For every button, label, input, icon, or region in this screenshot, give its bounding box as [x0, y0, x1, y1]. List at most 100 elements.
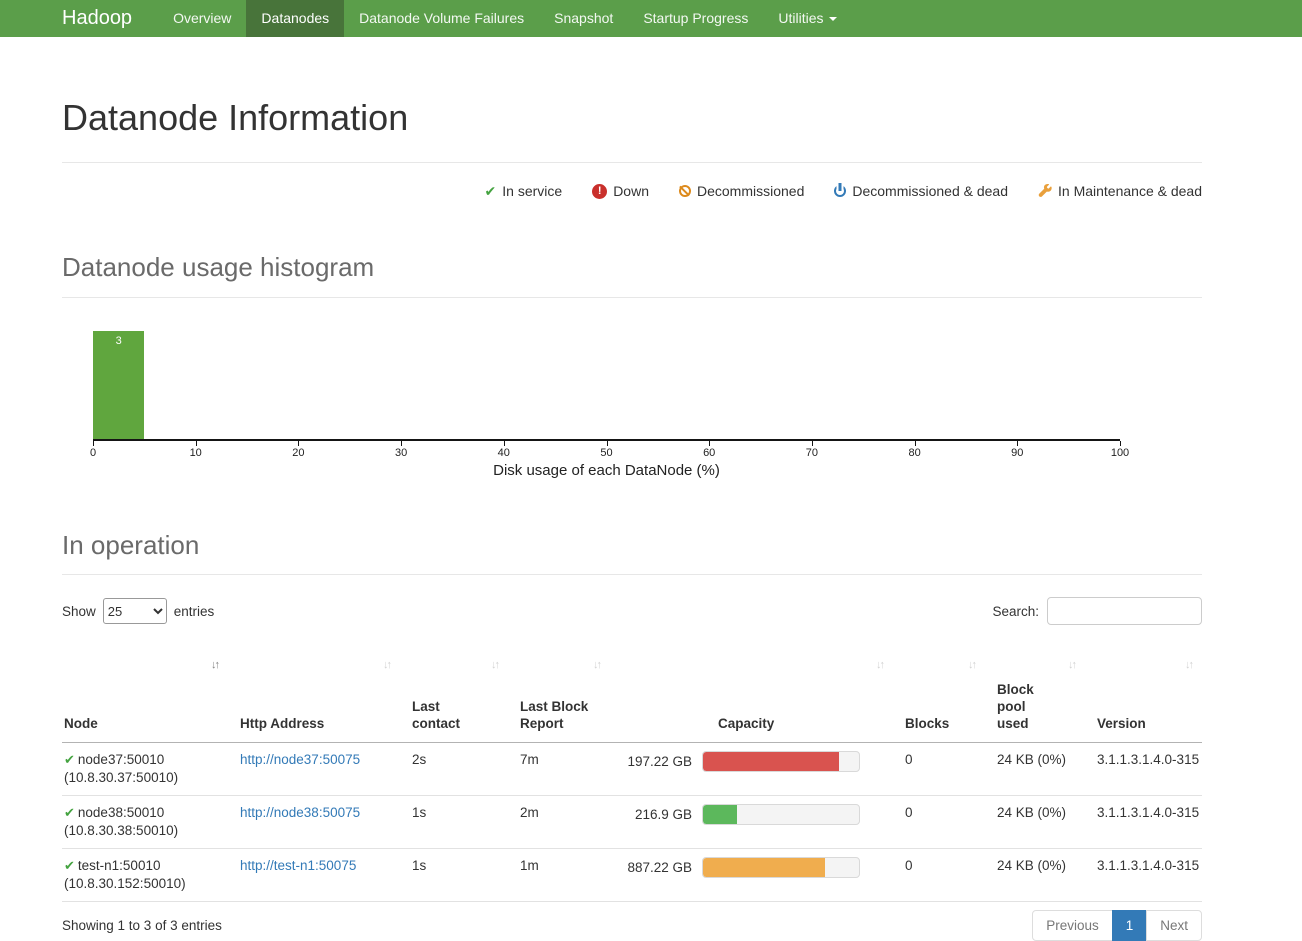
- histogram-plot: 3: [93, 331, 1120, 441]
- column-header-block-pool-used[interactable]: ↓↑Block pool used: [985, 651, 1085, 743]
- bar-value-label: 3: [93, 331, 144, 347]
- legend-label: In service: [502, 183, 562, 199]
- legend-label: In Maintenance & dead: [1058, 183, 1202, 199]
- check-icon: ✔: [64, 805, 75, 820]
- sort-icon: ↓↑: [876, 659, 883, 671]
- nav-item-snapshot[interactable]: Snapshot: [539, 0, 628, 37]
- nav-item-overview[interactable]: Overview: [158, 0, 246, 37]
- capacity-bar-track: [702, 857, 860, 878]
- x-tick: [93, 441, 94, 446]
- table-header-row: ↓↑Node↓↑Http Address↓↑Last contact↓↑Last…: [62, 651, 1202, 743]
- cell-last-block-report: 1m: [508, 849, 610, 902]
- cell-block-pool-used: 24 KB (0%): [985, 796, 1085, 849]
- x-tick: [504, 441, 505, 446]
- sort-icon: ↓↑: [593, 659, 600, 671]
- x-tick: [812, 441, 813, 446]
- cell-last-contact: 1s: [400, 849, 508, 902]
- capacity-value: 197.22 GB: [622, 753, 692, 771]
- wrench-icon: [1038, 184, 1052, 198]
- cell-capacity: 887.22 GB: [610, 849, 893, 902]
- legend-item-in-maintenance-dead: In Maintenance & dead: [1038, 183, 1202, 199]
- x-tick-label: 80: [908, 447, 920, 459]
- cell-http-address: http://test-n1:50075: [228, 849, 400, 902]
- capacity-bar-track: [702, 751, 860, 772]
- capacity-wrap: 197.22 GB: [622, 751, 893, 772]
- cell-last-block-report: 2m: [508, 796, 610, 849]
- table-footer: Showing 1 to 3 of 3 entries Previous 1 N…: [62, 910, 1202, 941]
- cell-last-contact: 2s: [400, 743, 508, 796]
- legend-label: Down: [613, 183, 649, 199]
- x-tick: [709, 441, 710, 446]
- previous-page-button[interactable]: Previous: [1032, 910, 1113, 941]
- http-address-link[interactable]: http://test-n1:50075: [240, 858, 356, 873]
- capacity-wrap: 216.9 GB: [622, 804, 893, 825]
- table-row: ✔test-n1:50010(10.8.30.152:50010) http://…: [62, 849, 1202, 902]
- http-address-link[interactable]: http://node38:50075: [240, 805, 360, 820]
- page-1-button[interactable]: 1: [1112, 910, 1148, 941]
- node-address: (10.8.30.37:50010): [64, 770, 178, 785]
- cell-node: ✔node38:50010(10.8.30.38:50010): [62, 796, 228, 849]
- column-label: Http Address: [240, 715, 400, 732]
- cell-capacity: 216.9 GB: [610, 796, 893, 849]
- brand-hadoop[interactable]: Hadoop: [62, 0, 132, 37]
- power-off-icon: [834, 185, 846, 197]
- column-label: Node: [64, 715, 228, 732]
- nav-item-label: Datanode Volume Failures: [359, 10, 524, 26]
- entries-label: entries: [174, 604, 215, 619]
- column-label: Blocks: [905, 715, 985, 732]
- legend-label: Decommissioned: [697, 183, 804, 199]
- nav-item-datanode-volume-failures[interactable]: Datanode Volume Failures: [344, 0, 539, 37]
- legend-item-in-service: ✔In service: [485, 183, 563, 199]
- nav-item-datanodes[interactable]: Datanodes: [246, 0, 344, 37]
- x-tick: [1120, 441, 1121, 446]
- check-icon: ✔: [64, 858, 75, 873]
- check-icon: ✔: [64, 752, 75, 767]
- cell-node: ✔test-n1:50010(10.8.30.152:50010): [62, 849, 228, 902]
- nav-item-utilities[interactable]: Utilities: [763, 0, 851, 37]
- capacity-bar-fill: [703, 805, 737, 824]
- column-header-version[interactable]: ↓↑ Version: [1085, 651, 1202, 743]
- cell-blocks: 0: [893, 796, 985, 849]
- x-tick-label: 30: [395, 447, 407, 459]
- http-address-link[interactable]: http://node37:50075: [240, 752, 360, 767]
- capacity-value: 216.9 GB: [622, 806, 692, 824]
- column-label: Version: [1097, 715, 1202, 732]
- nav-item-label: Snapshot: [554, 10, 613, 26]
- table-body: ✔node37:50010(10.8.30.37:50010)http://no…: [62, 743, 1202, 902]
- main-content: Datanode Information ✔In service!DownDec…: [62, 97, 1202, 941]
- x-tick-label: 40: [498, 447, 510, 459]
- next-page-button[interactable]: Next: [1146, 910, 1202, 941]
- table-row: ✔node37:50010(10.8.30.37:50010)http://no…: [62, 743, 1202, 796]
- column-header-node[interactable]: ↓↑Node: [62, 651, 228, 743]
- page-length-select[interactable]: 25: [103, 598, 167, 624]
- x-tick-label: 0: [90, 447, 96, 459]
- column-header-blocks[interactable]: ↓↑Blocks: [893, 651, 985, 743]
- x-tick-label: 10: [190, 447, 202, 459]
- sort-icon: ↓↑: [1185, 659, 1192, 671]
- cell-version: 3.1.1.3.1.4.0-315: [1085, 849, 1202, 902]
- nav-item-label: Datanodes: [261, 10, 329, 26]
- column-label: Block pool used: [997, 681, 1039, 732]
- column-header-last-contact[interactable]: ↓↑Last contact: [400, 651, 508, 743]
- divider: [62, 297, 1202, 298]
- cell-version: 3.1.1.3.1.4.0-315: [1085, 796, 1202, 849]
- divider: [62, 574, 1202, 575]
- nav-item-startup-progress[interactable]: Startup Progress: [628, 0, 763, 37]
- x-tick-label: 90: [1011, 447, 1023, 459]
- x-axis-title: Disk usage of each DataNode (%): [93, 462, 1120, 479]
- column-header-http-address[interactable]: ↓↑Http Address: [228, 651, 400, 743]
- datanode-usage-histogram: 3 0102030405060708090100 Disk usage of e…: [93, 331, 1120, 479]
- column-header-capacity[interactable]: ↓↑Capacity: [610, 651, 893, 743]
- pagination: Previous 1 Next: [1033, 910, 1202, 941]
- column-header-last-block-report[interactable]: ↓↑Last Block Report: [508, 651, 610, 743]
- search-input[interactable]: [1047, 597, 1202, 625]
- page-title: Datanode Information: [62, 97, 1202, 138]
- show-label: Show: [62, 604, 96, 619]
- exclamation-circle-icon: !: [592, 184, 607, 199]
- cell-block-pool-used: 24 KB (0%): [985, 849, 1085, 902]
- table-info: Showing 1 to 3 of 3 entries: [62, 918, 222, 933]
- x-tick: [915, 441, 916, 446]
- capacity-value: 887.22 GB: [622, 859, 692, 877]
- operation-section-title: In operation: [62, 529, 1202, 562]
- capacity-wrap: 887.22 GB: [622, 857, 893, 878]
